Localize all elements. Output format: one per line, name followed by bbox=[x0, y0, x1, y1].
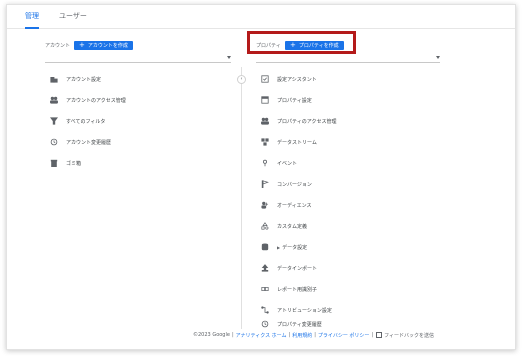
menu-label: プロパティのアクセス管理 bbox=[277, 118, 337, 125]
upload-icon bbox=[260, 263, 270, 273]
menu-property-history[interactable]: プロパティ変更履歴 bbox=[260, 317, 322, 331]
menu-custom-definitions[interactable]: カスタム定義 bbox=[260, 219, 307, 233]
feedback-link[interactable]: フィードバックを送信 bbox=[384, 332, 434, 339]
chevron-down-icon bbox=[436, 56, 440, 59]
create-property-button[interactable]: + プロパティを作成 bbox=[285, 41, 344, 50]
menu-label: レポート用識別子 bbox=[277, 286, 318, 293]
menu-account-access[interactable]: アカウントのアクセス管理 bbox=[49, 93, 126, 107]
menu-label: ゴミ箱 bbox=[66, 160, 82, 167]
event-icon bbox=[260, 158, 270, 168]
footer-link-terms[interactable]: 利用規約 bbox=[292, 332, 312, 339]
menu-label: アトリビューション設定 bbox=[277, 307, 332, 314]
menu-setup-assistant[interactable]: 設定アシスタント bbox=[260, 72, 317, 86]
account-label: アカウント bbox=[45, 43, 71, 49]
menu-all-filters[interactable]: すべてのフィルタ bbox=[49, 114, 105, 128]
trash-icon bbox=[49, 158, 59, 168]
menu-label: プロパティ設定 bbox=[277, 97, 312, 104]
menu-attribution-settings[interactable]: アトリビューション設定 bbox=[260, 303, 332, 317]
audience-icon bbox=[260, 200, 270, 210]
building-icon bbox=[49, 74, 59, 84]
create-property-label: プロパティを作成 bbox=[298, 43, 339, 49]
footer-link-privacy[interactable]: プライバシー ポリシー bbox=[318, 332, 370, 339]
menu-label: データストリーム bbox=[277, 139, 317, 146]
menu-label: カスタム定義 bbox=[277, 223, 308, 230]
menu-account-settings[interactable]: アカウント設定 bbox=[49, 72, 101, 86]
menu-property-settings[interactable]: プロパティ設定 bbox=[260, 93, 312, 107]
checklist-icon bbox=[260, 74, 270, 84]
admin-panel: 管理 ユーザー アカウント + アカウントを作成 プロパティ + プロパティを作成 … bbox=[6, 4, 516, 350]
menu-label: オーディエンス bbox=[277, 202, 312, 209]
tab-bar: 管理 ユーザー bbox=[7, 5, 515, 29]
menu-label: データ設定 bbox=[282, 244, 308, 251]
attribution-icon bbox=[260, 305, 270, 315]
menu-data-import[interactable]: データインポート bbox=[260, 261, 317, 275]
menu-label: プロパティ変更履歴 bbox=[277, 321, 322, 328]
account-selector[interactable] bbox=[45, 53, 231, 63]
footer-link-analytics-home[interactable]: アナリティクス ホーム bbox=[236, 332, 287, 339]
menu-property-access[interactable]: プロパティのアクセス管理 bbox=[260, 114, 336, 128]
menu-audiences[interactable]: オーディエンス bbox=[260, 198, 312, 212]
column-divider bbox=[241, 67, 242, 329]
history-icon bbox=[260, 319, 270, 329]
menu-label: コンバージョン bbox=[277, 181, 312, 188]
history-icon bbox=[49, 137, 59, 147]
flag-icon bbox=[260, 179, 270, 189]
custom-definition-icon bbox=[260, 221, 270, 231]
people-icon bbox=[49, 95, 59, 105]
tab-admin[interactable]: 管理 bbox=[25, 11, 39, 29]
plus-icon: + bbox=[79, 41, 85, 49]
identifier-icon bbox=[260, 284, 270, 294]
plus-icon: + bbox=[290, 41, 296, 49]
property-settings-icon bbox=[260, 95, 270, 105]
menu-trash[interactable]: ゴミ箱 bbox=[49, 156, 81, 170]
menu-reporting-identity[interactable]: レポート用識別子 bbox=[260, 282, 317, 296]
feedback-icon bbox=[376, 332, 383, 338]
database-icon bbox=[260, 242, 270, 252]
people-icon bbox=[260, 116, 270, 126]
collapse-icon[interactable]: ‹ bbox=[237, 75, 246, 84]
menu-label: すべてのフィルタ bbox=[66, 118, 106, 125]
menu-label: アカウント変更履歴 bbox=[66, 139, 112, 146]
property-label: プロパティ bbox=[256, 43, 281, 49]
tab-users[interactable]: ユーザー bbox=[59, 11, 87, 29]
filter-icon bbox=[49, 116, 59, 126]
menu-label: データインポート bbox=[277, 265, 318, 272]
menu-data-streams[interactable]: データストリーム bbox=[260, 135, 317, 149]
menu-account-history[interactable]: アカウント変更履歴 bbox=[49, 135, 111, 149]
menu-label: アカウント設定 bbox=[66, 76, 102, 83]
data-stream-icon bbox=[260, 137, 270, 147]
menu-events[interactable]: イベント bbox=[260, 156, 297, 170]
chevron-down-icon bbox=[227, 56, 231, 59]
menu-data-settings[interactable]: ▶ データ設定 bbox=[260, 240, 307, 254]
menu-label: イベント bbox=[277, 160, 298, 167]
expand-arrow-icon[interactable]: ▶ bbox=[277, 245, 280, 250]
property-selector[interactable] bbox=[256, 53, 440, 63]
menu-conversions[interactable]: コンバージョン bbox=[260, 177, 312, 191]
create-account-label: アカウントを作成 bbox=[87, 43, 128, 49]
footer: ©2023 Google | アナリティクス ホーム | 利用規約 | プライバ… bbox=[193, 332, 435, 339]
copyright-text: ©2023 Google bbox=[193, 332, 230, 338]
menu-label: アカウントのアクセス管理 bbox=[66, 97, 126, 104]
create-account-button[interactable]: + アカウントを作成 bbox=[74, 41, 133, 50]
menu-label: 設定アシスタント bbox=[277, 76, 317, 83]
